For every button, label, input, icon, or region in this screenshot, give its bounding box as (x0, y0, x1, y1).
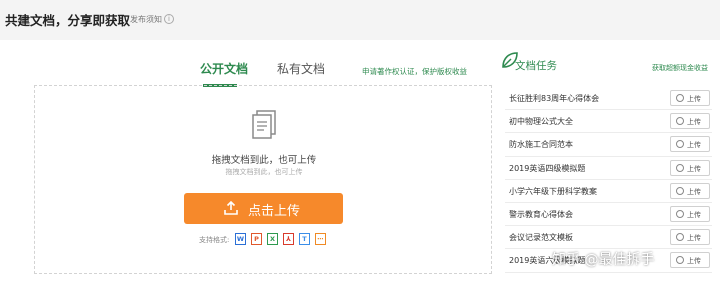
task-upload-label: 上传 (687, 210, 701, 219)
top-bar: 共建文档，分享即获取 发布须知 i (0, 0, 720, 40)
txt-format-icon: T (299, 233, 310, 245)
task-upload-button[interactable]: 上传 (670, 229, 710, 246)
pdf-format-icon: ⅄ (283, 233, 294, 245)
tab-private-docs[interactable]: 私有文档 (277, 60, 325, 77)
page-title: 共建文档，分享即获取 (5, 13, 131, 28)
formats-label: 支持格式: (199, 236, 230, 244)
main-panel: 公开文档 私有文档 申请著作权认证，保护版权收益 拖拽文档到此，也可上传 拖拽文… (0, 40, 720, 294)
upload-circle-icon (676, 117, 684, 126)
task-item: 2019英语四级模拟题 上传 (505, 157, 712, 180)
task-item-name[interactable]: 防水施工合同范本 (509, 139, 573, 150)
ppt-format-icon: P (251, 233, 262, 245)
task-item: 初中物理公式大全 上传 (505, 110, 712, 134)
publish-notice-link[interactable]: 发布须知 (130, 14, 162, 25)
task-item-name[interactable]: 警示教育心得体会 (509, 209, 573, 220)
upload-button-label: 点击上传 (248, 204, 301, 219)
task-item-name[interactable]: 会议记录范文模板 (509, 232, 573, 243)
task-upload-label: 上传 (687, 141, 701, 150)
task-upload-label: 上传 (687, 187, 701, 196)
upload-circle-icon (676, 94, 684, 102)
task-upload-button[interactable]: 上传 (670, 205, 710, 222)
task-item: 小学六年级下册科学教案 上传 (505, 180, 712, 203)
task-upload-label: 上传 (687, 257, 701, 266)
task-upload-label: 上传 (687, 118, 701, 127)
task-item: 长征胜利83周年心得体会 上传 (505, 87, 712, 111)
copyright-certification-link[interactable]: 申请著作权认证，保护版权收益 (362, 66, 467, 77)
upload-arrow-icon (224, 201, 238, 215)
task-item-name[interactable]: 小学六年级下册科学教案 (509, 186, 597, 197)
zhihu-watermark: 知乎 @最佳拆手 (552, 252, 655, 268)
upload-dropzone[interactable]: 拖拽文档到此，也可上传 拖拽文档到此，也可上传 点击上传 支持格式: W P X… (34, 85, 492, 274)
upload-circle-icon (676, 163, 684, 172)
tab-public-docs[interactable]: 公开文档 (200, 60, 248, 77)
task-upload-button[interactable]: 上传 (670, 159, 710, 176)
task-upload-button[interactable]: 上传 (670, 136, 710, 153)
upload-circle-icon (676, 256, 684, 265)
task-upload-label: 上传 (687, 234, 701, 243)
task-item-name[interactable]: 2019英语四级模拟题 (509, 163, 585, 174)
task-panel-title: 文档任务 (515, 60, 557, 72)
document-icon (252, 110, 276, 139)
task-item-name[interactable]: 初中物理公式大全 (509, 116, 573, 127)
excel-format-icon: X (267, 233, 278, 245)
task-upload-label: 上传 (687, 95, 701, 103)
drop-instruction: 拖拽文档到此，也可上传 (211, 155, 317, 166)
task-upload-label: 上传 (687, 164, 701, 173)
drop-instruction-sub: 拖拽文档到此，也可上传 (225, 168, 303, 176)
upload-circle-icon (676, 140, 684, 149)
task-upload-button[interactable]: 上传 (670, 182, 710, 199)
word-format-icon: W (235, 233, 246, 245)
cash-reward-link[interactable]: 获取超额现金收益 (652, 63, 708, 73)
task-item: 警示教育心得体会 上传 (505, 203, 712, 227)
task-item-name[interactable]: 长征胜利83周年心得体会 (509, 93, 599, 104)
task-item: 会议记录范文模板 上传 (505, 226, 712, 250)
task-upload-button[interactable]: 上传 (670, 90, 710, 106)
task-list: 长征胜利83周年心得体会 上传 初中物理公式大全 上传 防水施工合同范本 上传 … (505, 87, 712, 273)
task-upload-button[interactable]: 上传 (670, 113, 710, 130)
upload-circle-icon (676, 233, 684, 242)
upload-circle-icon (676, 209, 684, 218)
task-item: 防水施工合同范本 上传 (505, 133, 712, 157)
info-icon[interactable]: i (164, 14, 174, 24)
task-upload-button[interactable]: 上传 (670, 252, 710, 269)
more-format-icon: ⋯ (315, 233, 326, 245)
upload-circle-icon (676, 186, 684, 195)
upload-button[interactable]: 点击上传 (184, 193, 343, 224)
